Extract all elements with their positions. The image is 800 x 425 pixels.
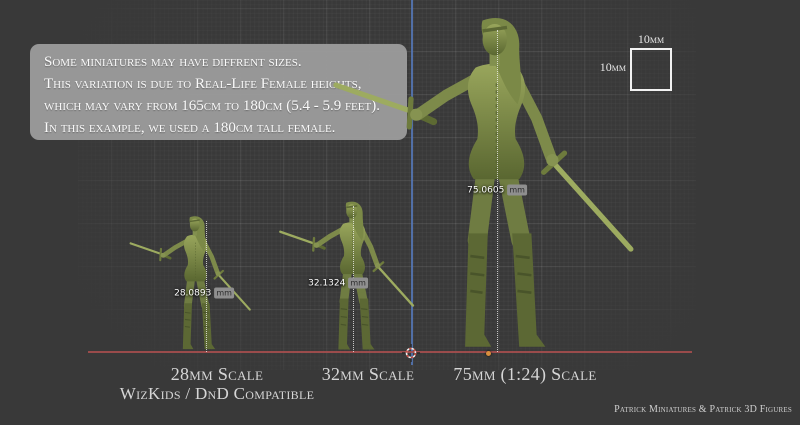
caption-75mm-scale: 75mm (1:24) Scale: [453, 364, 596, 385]
measurement-unit: mm: [214, 288, 234, 299]
10mm-reference-square: [630, 48, 672, 91]
measurement-label-32mm: 32.1324 mm: [308, 278, 368, 289]
measurement-value: 75.0605: [467, 185, 504, 195]
miniature-figure-28mm[interactable]: [125, 213, 266, 354]
reference-square-side-label: 10mm: [592, 60, 626, 75]
viewport-canvas[interactable]: Some miniatures may have diffrent sizes.…: [0, 0, 800, 425]
measurement-label-75mm: 75.0605 mm: [467, 185, 527, 196]
caption-28mm-scale: 28mm Scale: [171, 364, 264, 385]
measurement-value: 32.1324: [308, 278, 345, 288]
measurement-unit: mm: [507, 185, 527, 196]
caption-28mm-compatibility: WizKids / DnD Compatible: [120, 384, 314, 404]
measurement-value: 28.0893: [174, 288, 211, 298]
measurement-label-28mm: 28.0893 mm: [174, 288, 234, 299]
caption-32mm-scale: 32mm Scale: [322, 364, 415, 385]
object-origin-dot: [486, 351, 491, 356]
measure-line-28mm: [206, 221, 207, 352]
brand-credit: Patrick Miniatures & Patrick 3D Figures: [614, 404, 792, 415]
reference-square-top-label: 10mm: [630, 32, 672, 47]
measurement-unit: mm: [348, 278, 368, 289]
3d-cursor[interactable]: [402, 344, 420, 362]
